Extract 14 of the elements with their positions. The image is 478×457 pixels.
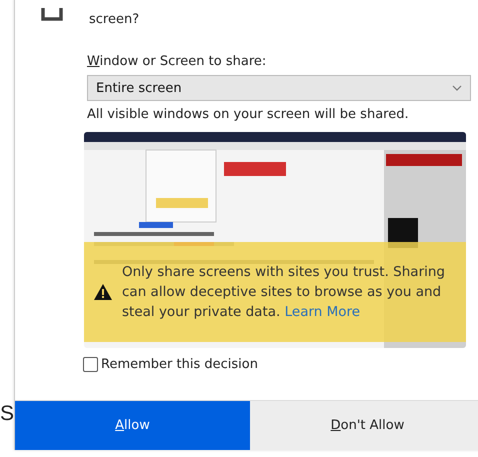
screen-select[interactable]: Entire screen xyxy=(87,75,471,101)
allow-button[interactable]: Allow xyxy=(15,400,250,450)
info-text: All visible windows on your screen will be shared. xyxy=(87,107,410,122)
remember-label: Remember this decision xyxy=(101,357,258,372)
warning-icon xyxy=(94,284,112,300)
monitor-icon xyxy=(41,8,63,22)
chevron-icon xyxy=(452,85,462,91)
select-label: Window or Screen to share: xyxy=(87,54,268,69)
deny-button[interactable]: Don't Allow xyxy=(250,400,478,450)
question-text: screen? xyxy=(89,10,140,26)
background-text: S xyxy=(0,402,14,426)
learn-more-link[interactable]: Learn More xyxy=(284,304,360,320)
remember-checkbox[interactable] xyxy=(83,357,98,372)
warning-text: Only share screens with sites you trust. Sharing can allow deceptive sites to browse as you and steal your private data. Learn More xyxy=(122,263,446,322)
